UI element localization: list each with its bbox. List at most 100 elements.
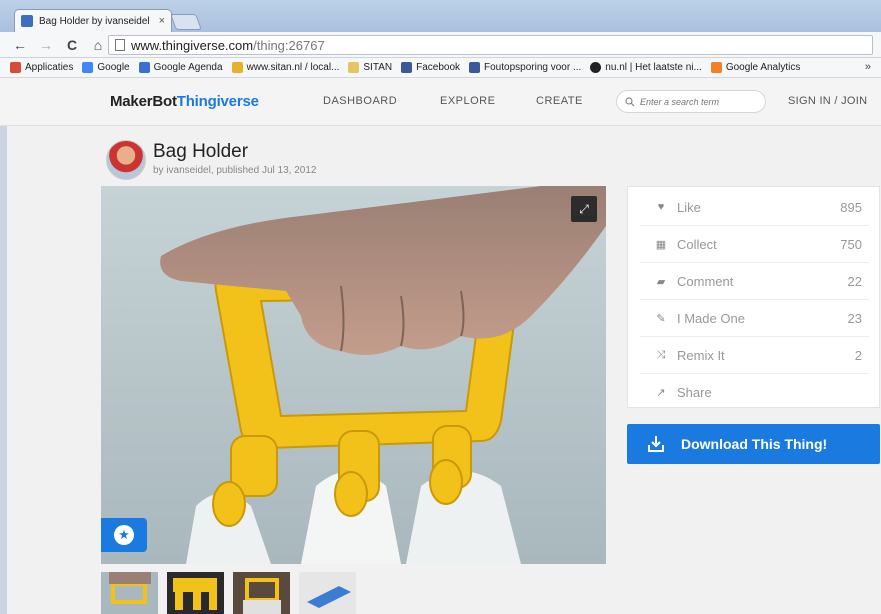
search-box[interactable] [616,90,766,113]
google-icon [82,62,94,73]
bookmark-label: Applicaties [25,62,74,73]
made-one-icon: ✎ [656,312,666,325]
main-thing-image[interactable]: ⤢ ★ [101,186,606,564]
action-label: Like [677,199,701,215]
search-icon [625,96,635,106]
author-avatar[interactable] [106,140,146,180]
bookmark-google-agenda[interactable]: Google Agenda [138,62,223,73]
thumbnail-3-image [233,572,290,614]
share-button[interactable]: ↗ Share [640,374,869,411]
thing-meta: by ivanseidel, published Jul 13, 2012 [153,165,317,176]
remix-button[interactable]: ⤨ Remix It 2 [640,337,869,374]
download-label: Download This Thing! [681,436,828,452]
thing-title: Bag Holder [153,141,249,162]
bookmark-label: Google Analytics [725,62,801,73]
thumbnail-2-image [167,572,224,614]
heart-icon: ♥ [657,201,665,213]
thumbnail-1-image [101,572,158,614]
logo-thingiverse: Thingiverse [176,93,259,110]
site-header: MakerBotThingiverse DASHBOARD EXPLORE CR… [0,78,881,126]
bookmark-label: SITAN [363,62,393,73]
bookmark-label: Google [97,62,130,73]
address-bar[interactable]: www.thingiverse.com/thing:26767 [108,35,873,55]
action-label: Share [677,385,712,400]
like-button[interactable]: ♥ Like 895 [640,189,869,226]
page-icon [115,39,125,51]
comment-icon: ▰ [656,275,666,288]
bookmarks-overflow-button[interactable]: » [865,61,871,73]
bookmark-nu-nl[interactable]: nu.nl | Het laatste ni... [590,62,702,73]
nu-nl-icon [590,62,602,73]
calendar-icon [138,62,150,73]
comment-button[interactable]: ▰ Comment 22 [640,263,869,300]
thumbnail-3[interactable] [233,572,290,614]
apps-grid-icon [10,62,21,73]
action-count: 23 [847,310,862,326]
bookmark-label: nu.nl | Het laatste ni... [605,62,702,73]
bookmark-applicaties[interactable]: Applicaties [10,62,73,73]
download-button[interactable]: Download This Thing! [627,424,880,464]
share-icon: ↗ [656,387,666,399]
nav-create[interactable]: CREATE [536,95,583,107]
action-label: Collect [677,236,717,252]
collect-icon: ▦ [655,238,667,251]
browser-title-bar: Bag Holder by ivanseidel × [0,0,881,32]
window-edge [0,78,7,614]
browser-tab[interactable]: Bag Holder by ivanseidel × [14,9,172,32]
bag-holder-photo [101,186,606,564]
bookmark-label: Google Agenda [153,62,223,73]
action-label: I Made One [677,310,745,326]
site-logo[interactable]: MakerBotThingiverse [110,93,259,110]
thumbnail-1[interactable] [101,572,158,614]
bookmark-label: Facebook [416,62,461,73]
new-tab-button[interactable] [170,14,202,30]
bookmark-facebook[interactable]: Facebook [401,62,460,73]
thumbnail-4-image [299,572,356,614]
search-input[interactable] [640,96,755,107]
thumbnail-strip [101,572,356,614]
facebook-icon [469,62,481,73]
remix-icon: ⤨ [656,348,666,361]
thing-actions-panel: ♥ Like 895 ▦ Collect 750 ▰ Comment 22 ✎ … [627,186,880,408]
url-domain: www.thingiverse.com [131,37,254,53]
featured-badge: ★ [101,518,147,552]
bookmark-sitan-local[interactable]: www.sitan.nl / local... [231,62,340,73]
action-count: 750 [840,236,862,252]
forward-button[interactable]: → [38,37,54,53]
action-label: Comment [677,273,734,289]
sign-in-join-link[interactable]: SIGN IN / JOIN [788,95,867,107]
bookmarks-bar: Applicaties Google Google Agenda www.sit… [0,58,881,78]
thumbnail-4[interactable] [299,572,356,614]
action-label: Remix It [677,347,725,363]
i-made-one-button[interactable]: ✎ I Made One 23 [640,300,869,337]
collect-button[interactable]: ▦ Collect 750 [640,226,869,263]
sitan-icon [231,62,243,73]
bookmark-google[interactable]: Google [82,62,130,73]
bookmark-google-analytics[interactable]: Google Analytics [710,62,801,73]
download-icon [648,436,664,452]
expand-fullscreen-icon[interactable]: ⤢ [571,196,597,222]
action-count: 2 [854,347,862,363]
star-icon: ★ [114,525,134,545]
action-count: 22 [847,273,862,289]
action-count: 895 [840,199,862,215]
url-path: /thing:26767 [253,37,325,53]
tab-title: Bag Holder by ivanseidel [39,15,150,27]
thingiverse-favicon-icon [21,15,33,27]
analytics-icon [710,62,722,73]
bookmark-label: Foutopsporing voor ... [484,62,582,73]
nav-explore[interactable]: EXPLORE [440,95,495,107]
nav-dashboard[interactable]: DASHBOARD [323,95,397,107]
bookmark-sitan[interactable]: SITAN [348,62,392,73]
back-button[interactable]: ← [12,37,28,53]
facebook-icon [401,62,413,73]
browser-toolbar: ← → C ⌂ www.thingiverse.com/thing:26767 [0,32,881,58]
tab-close-icon[interactable]: × [159,15,165,27]
reload-button[interactable]: C [64,37,80,53]
home-button[interactable]: ⌂ [90,37,106,53]
thumbnail-2[interactable] [167,572,224,614]
folder-icon [348,62,360,73]
bookmark-label: www.sitan.nl / local... [246,62,340,73]
logo-makerbot: MakerBot [110,93,177,110]
bookmark-foutopsporing[interactable]: Foutopsporing voor ... [469,62,581,73]
